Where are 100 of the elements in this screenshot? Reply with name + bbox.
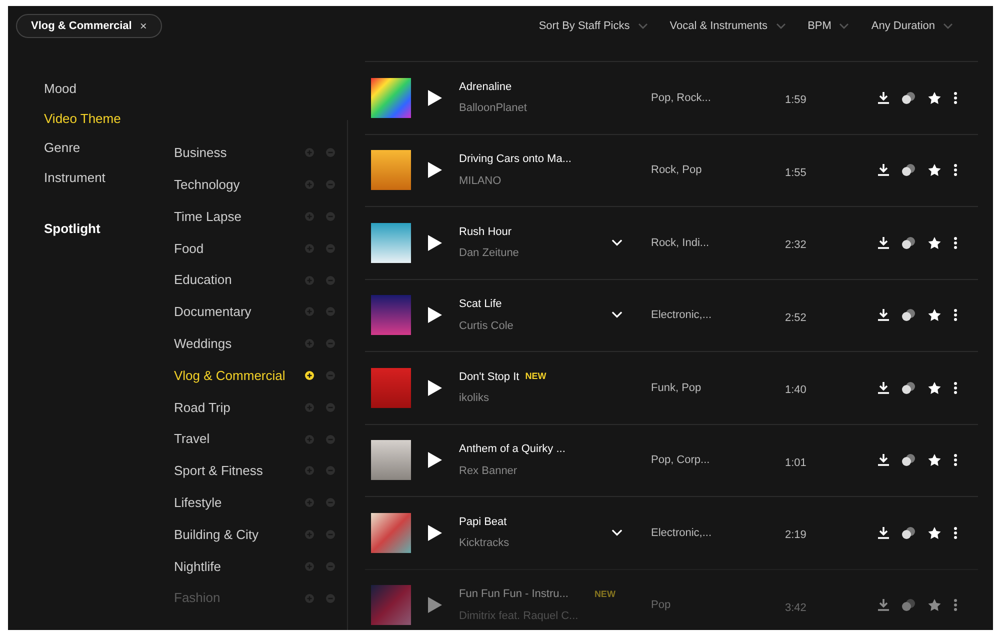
filter-chip[interactable]: Vlog & Commercial × <box>16 14 162 38</box>
star-icon[interactable] <box>928 164 941 176</box>
filter-dropdown[interactable]: Vocal & Instruments <box>670 18 786 34</box>
filter-dropdown[interactable]: Any Duration <box>871 18 953 34</box>
nav-item[interactable]: Spotlight <box>44 214 100 243</box>
close-icon[interactable]: × <box>140 17 147 35</box>
overlapping-circles-icon[interactable] <box>902 164 915 176</box>
artist-name[interactable]: ikoliks <box>459 390 609 407</box>
more-options-icon[interactable] <box>954 236 957 249</box>
overlapping-circles-icon[interactable] <box>902 309 915 322</box>
play-icon[interactable] <box>428 380 442 396</box>
genre-tags: Pop, Rock... <box>651 90 785 106</box>
filter-dropdown[interactable]: Sort By Staff Picks <box>538 18 648 34</box>
nav-item[interactable]: Mood <box>44 74 77 104</box>
artist-name[interactable]: BalloonPlanet <box>459 100 609 117</box>
chevron-down-icon[interactable] <box>611 528 623 537</box>
filter-label: Vlog & Commercial <box>31 18 132 34</box>
album-cover-placeholder <box>371 222 411 263</box>
track-duration: 2:52 <box>785 310 808 326</box>
more-options-icon[interactable] <box>954 526 957 539</box>
more-options-icon[interactable] <box>954 309 957 322</box>
album-cover-placeholder <box>371 150 411 190</box>
chevron-icon <box>943 22 953 30</box>
more-options-icon[interactable] <box>954 92 957 104</box>
chevron-down-icon[interactable] <box>611 311 623 320</box>
album-cover-placeholder <box>371 512 411 553</box>
star-icon[interactable] <box>928 236 941 249</box>
track-duration: 3:42 <box>785 600 808 616</box>
download-icon[interactable] <box>878 382 889 394</box>
star-icon[interactable] <box>928 309 941 322</box>
genre-tags: Electronic,... <box>651 524 785 541</box>
album-cover-placeholder <box>371 368 411 408</box>
overlapping-circles-icon[interactable] <box>902 526 915 539</box>
play-icon[interactable] <box>428 452 442 468</box>
genre-tags: Rock, Pop <box>651 162 785 178</box>
theme-item[interactable]: Documentary <box>174 302 252 322</box>
track-duration: 1:59 <box>785 93 808 108</box>
theme-item[interactable]: Business <box>174 143 227 163</box>
more-options-icon[interactable] <box>954 164 957 176</box>
artist-name[interactable]: Curtis Cole <box>459 318 609 334</box>
track-title[interactable]: Driving Cars onto Ma... <box>459 151 572 168</box>
theme-item[interactable]: Building & City <box>174 524 259 544</box>
track-title[interactable]: Papi Beat <box>459 514 507 530</box>
chevron-icon <box>839 22 850 30</box>
theme-item[interactable]: Time Lapse <box>174 206 242 226</box>
play-icon[interactable] <box>428 234 442 251</box>
track-title[interactable]: Adrenaline <box>459 78 512 96</box>
play-icon[interactable] <box>428 307 442 324</box>
download-icon[interactable] <box>878 309 889 322</box>
overlapping-circles-icon[interactable] <box>902 92 915 104</box>
download-icon[interactable] <box>878 164 889 176</box>
download-icon[interactable] <box>878 92 889 104</box>
play-icon[interactable] <box>428 524 442 541</box>
star-icon[interactable] <box>928 454 941 466</box>
theme-item[interactable]: Education <box>174 270 232 290</box>
theme-item[interactable]: Lifestyle <box>174 492 222 512</box>
overlapping-circles-icon[interactable] <box>902 382 915 394</box>
track-title[interactable]: Rush Hour <box>459 224 512 240</box>
nav-item[interactable]: Video Theme <box>44 104 121 133</box>
track-duration: 1:55 <box>785 166 808 180</box>
theme-item[interactable]: Technology <box>174 174 240 194</box>
theme-item[interactable]: Travel <box>174 429 210 449</box>
track-duration: 2:32 <box>785 238 808 253</box>
chevron-icon <box>638 22 648 30</box>
album-cover-placeholder <box>371 295 411 336</box>
track-title[interactable]: Scat Life <box>459 296 502 313</box>
star-icon[interactable] <box>928 382 941 394</box>
play-icon[interactable] <box>428 90 442 106</box>
star-icon[interactable] <box>928 526 941 539</box>
theme-item[interactable]: Weddings <box>174 334 232 354</box>
star-icon[interactable] <box>928 92 941 104</box>
track-title[interactable]: Don't Stop It <box>459 368 520 386</box>
nav-item[interactable]: Genre <box>44 133 80 162</box>
download-icon[interactable] <box>878 454 889 466</box>
theme-item[interactable]: Road Trip <box>174 398 230 418</box>
artist-name[interactable]: Dan Zeitune <box>459 245 609 262</box>
theme-item[interactable]: Nightlife <box>174 556 221 576</box>
more-options-icon[interactable] <box>954 454 957 466</box>
track-duration: 1:01 <box>785 456 808 470</box>
download-icon[interactable] <box>878 526 889 539</box>
filter-dropdown[interactable]: BPM <box>808 18 850 34</box>
download-icon[interactable] <box>878 236 889 249</box>
genre-tags: Pop, Corp... <box>651 452 785 468</box>
track-title[interactable]: Anthem of a Quirky ... <box>459 441 566 458</box>
genre-tags: Pop <box>651 597 785 614</box>
chevron-down-icon[interactable] <box>611 238 623 247</box>
play-icon[interactable] <box>428 162 442 178</box>
artist-name[interactable]: Rex Banner <box>459 462 609 480</box>
genre-tags: Electronic,... <box>651 307 785 324</box>
overlapping-circles-icon[interactable] <box>902 454 915 466</box>
overlapping-circles-icon[interactable] <box>902 236 915 249</box>
artist-name[interactable]: MILANO <box>459 172 609 190</box>
theme-item[interactable]: Sport & Fitness <box>174 461 263 481</box>
more-options-icon[interactable] <box>954 382 957 394</box>
artist-name[interactable]: Kicktracks <box>459 535 609 552</box>
theme-item[interactable]: Vlog & Commercial <box>174 366 286 386</box>
theme-item[interactable]: Food <box>174 238 204 258</box>
plus-circle-icon[interactable] <box>305 370 314 380</box>
chevron-icon <box>776 22 786 30</box>
nav-item[interactable]: Instrument <box>44 162 106 192</box>
